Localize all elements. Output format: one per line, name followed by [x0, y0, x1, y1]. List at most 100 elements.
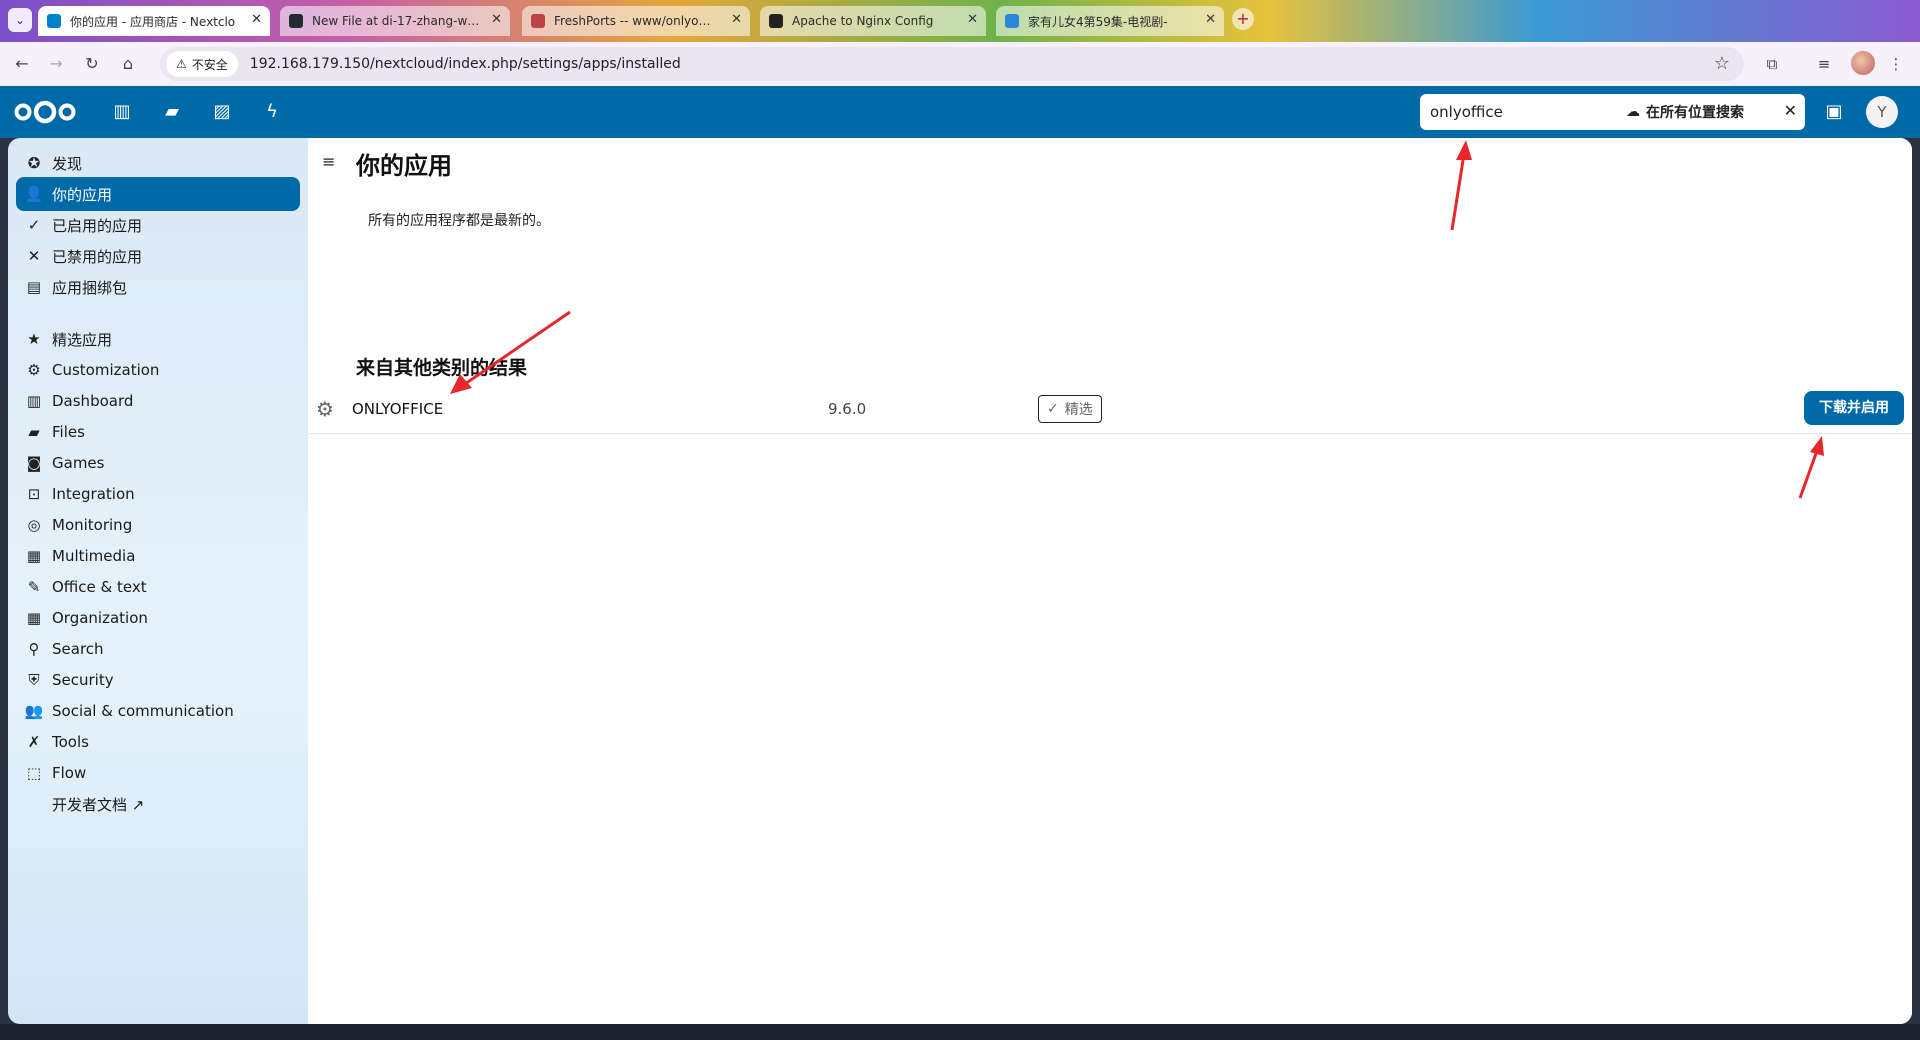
sidebar-item-label: Social & communication — [52, 702, 234, 720]
user-avatar[interactable]: Y — [1866, 96, 1898, 128]
tab-title: Apache to Nginx Config — [792, 14, 934, 28]
sidebar-item-label: Search — [52, 640, 104, 658]
home-icon[interactable]: ⌂ — [116, 52, 140, 76]
browser-tab[interactable]: Apache to Nginx Config ✕ — [760, 6, 986, 36]
unified-search: ☁ 在所有位置搜索 ✕ — [1420, 94, 1805, 130]
check-icon: ✓ — [27, 216, 41, 234]
annotation-arrow-install — [1798, 436, 1824, 499]
tab-favicon-icon — [769, 14, 783, 28]
sidebar-item-label: Dashboard — [52, 392, 134, 410]
update-status-text: 所有的应用程序都是最新的。 — [368, 213, 550, 229]
app-name[interactable]: ONLYOFFICE — [352, 400, 443, 418]
tab-favicon-icon — [289, 14, 303, 28]
sidebar-item-21[interactable]: 开发者文档 ↗ — [16, 787, 300, 821]
sidebar-item-8[interactable]: ▥ Dashboard — [16, 384, 300, 418]
close-tab-icon[interactable]: ✕ — [1205, 12, 1216, 27]
sidebar-item-3[interactable]: ✓ 已启用的应用 — [16, 208, 300, 242]
navigation-toggle-icon[interactable]: ≡ — [322, 152, 335, 171]
sidebar-item-10[interactable]: ◙ Games — [16, 446, 300, 480]
sidebar-item-6[interactable]: ★ 精选应用 — [16, 322, 300, 356]
archive-icon: ▤ — [26, 278, 42, 296]
sidebar-item-label: 已禁用的应用 — [52, 247, 143, 266]
reload-icon[interactable]: ↻ — [80, 52, 104, 76]
sidebar-item-label: Files — [52, 423, 85, 441]
tab-search-button[interactable]: ⌄ — [8, 8, 32, 32]
tab-title: 家有儿女4第59集-电视剧- — [1028, 14, 1168, 29]
search-input[interactable] — [1430, 103, 1620, 121]
back-icon[interactable]: ← — [10, 52, 34, 76]
contacts-menu-icon[interactable]: ▣ — [1822, 100, 1846, 124]
browser-tab[interactable]: New File at di-17-zhang-wan ✕ — [280, 6, 510, 36]
sidebar-item-17[interactable]: ⛨ Security — [16, 663, 300, 697]
close-tab-icon[interactable]: ✕ — [251, 12, 262, 27]
sidebar-item-11[interactable]: ⊡ Integration — [16, 477, 300, 511]
sidebar-item-2[interactable]: 👤 你的应用 — [16, 177, 300, 211]
sidebar-item-13[interactable]: ▦ Multimedia — [16, 539, 300, 573]
forward-icon[interactable]: → — [44, 52, 68, 76]
app-container: ✪ 发现 👤 你的应用 ✓ 已启用的应用 ✕ 已禁用的应用 ▤ 应用捆绑包 ★ 精选应用 ⚙ Custom… — [8, 138, 1912, 1024]
annotation-arrow-search — [1450, 140, 1472, 231]
sidebar-item-label: 已启用的应用 — [52, 216, 143, 235]
sidebar-item-label: 开发者文档 ↗ — [52, 795, 145, 814]
sidebar-item-20[interactable]: ⬚ Flow — [16, 756, 300, 790]
activity-app-icon[interactable]: ϟ — [260, 100, 284, 124]
search-scope-button[interactable]: ☁ 在所有位置搜索 — [1626, 102, 1744, 122]
nextcloud-logo-icon[interactable] — [14, 100, 76, 124]
app-version: 9.6.0 — [828, 400, 867, 418]
tab-favicon-icon — [1005, 14, 1019, 28]
sidebar-item-label: Monitoring — [52, 516, 133, 534]
new-tab-button[interactable]: + — [1232, 8, 1254, 30]
sidebar-item-16[interactable]: ⚲ Search — [16, 632, 300, 666]
app-cog-icon: ⚙ — [316, 397, 334, 421]
sidebar-item-12[interactable]: ◎ Monitoring — [16, 508, 300, 542]
page-title: 你的应用 — [356, 152, 452, 180]
files-app-icon[interactable]: ▰ — [160, 100, 184, 124]
close-icon: ✕ — [27, 247, 41, 265]
sidebar-item-label: Office & text — [52, 578, 147, 596]
close-tab-icon[interactable]: ✕ — [967, 12, 978, 27]
sidebar-item-9[interactable]: ▰ Files — [16, 415, 300, 449]
bookmark-star-icon[interactable]: ☆ — [1714, 53, 1730, 74]
sidebar-item-1[interactable]: ✪ 发现 — [16, 146, 300, 180]
extensions-icon[interactable]: ⧉ — [1760, 52, 1784, 76]
sidebar-item-18[interactable]: 👥 Social & communication — [16, 694, 300, 728]
browser-tab[interactable]: 家有儿女4第59集-电视剧- ✕ — [996, 6, 1224, 36]
sidebar-item-label: Integration — [52, 485, 135, 503]
browser-menu-icon[interactable]: ⋮ — [1884, 52, 1908, 76]
url-text[interactable]: 192.168.179.150/nextcloud/index.php/sett… — [250, 56, 681, 72]
document-icon: ✎ — [27, 578, 41, 596]
flow-icon: ⬚ — [26, 764, 42, 782]
browser-toolbar: ← → ↻ ⌂ ⚠ 不安全 192.168.179.150/nextcloud/… — [0, 42, 1920, 86]
sidebar-item-5[interactable]: ▤ 应用捆绑包 — [16, 270, 300, 304]
sidebar-item-4[interactable]: ✕ 已禁用的应用 — [16, 239, 300, 273]
address-bar[interactable]: ⚠ 不安全 192.168.179.150/nextcloud/index.ph… — [160, 47, 1744, 81]
download-and-enable-button[interactable]: 下载并启用 — [1804, 391, 1904, 425]
multimedia-icon: ▦ — [26, 547, 42, 565]
close-tab-icon[interactable]: ✕ — [491, 12, 502, 27]
media-control-icon[interactable]: ≡ — [1812, 52, 1836, 76]
clear-search-icon[interactable]: ✕ — [1784, 101, 1797, 120]
sidebar-item-label: 你的应用 — [52, 185, 113, 204]
app-navigation: ✪ 发现 👤 你的应用 ✓ 已启用的应用 ✕ 已禁用的应用 ▤ 应用捆绑包 ★ 精选应用 ⚙ Custom… — [8, 138, 308, 1024]
photos-app-icon[interactable]: ▨ — [210, 100, 234, 124]
sidebar-item-14[interactable]: ✎ Office & text — [16, 570, 300, 604]
browser-profile-avatar[interactable] — [1851, 51, 1875, 75]
browser-tab[interactable]: FreshPorts -- www/onlyoffice ✕ — [522, 6, 750, 36]
tab-title: FreshPorts -- www/onlyoffice — [554, 14, 722, 28]
dashboard-app-icon[interactable]: ▥ — [110, 100, 134, 124]
browser-tab[interactable]: 你的应用 - 应用商店 - Nextclo ✕ — [38, 6, 270, 36]
star-circle-icon: ✪ — [27, 154, 41, 172]
cog-icon: ⚙ — [27, 361, 41, 379]
featured-badge: ✓ 精选 — [1038, 395, 1102, 423]
check-icon: ✓ — [1047, 401, 1059, 417]
close-tab-icon[interactable]: ✕ — [731, 12, 742, 27]
cloud-search-icon: ☁ — [1626, 104, 1640, 120]
tab-title: 你的应用 - 应用商店 - Nextclo — [70, 14, 236, 29]
tab-favicon-icon — [531, 14, 545, 28]
warning-icon: ⚠ — [176, 57, 187, 71]
security-chip[interactable]: ⚠ 不安全 — [166, 51, 238, 77]
tools-icon: ✗ — [27, 733, 41, 751]
sidebar-item-7[interactable]: ⚙ Customization — [16, 353, 300, 387]
sidebar-item-15[interactable]: ▦ Organization — [16, 601, 300, 635]
sidebar-item-19[interactable]: ✗ Tools — [16, 725, 300, 759]
